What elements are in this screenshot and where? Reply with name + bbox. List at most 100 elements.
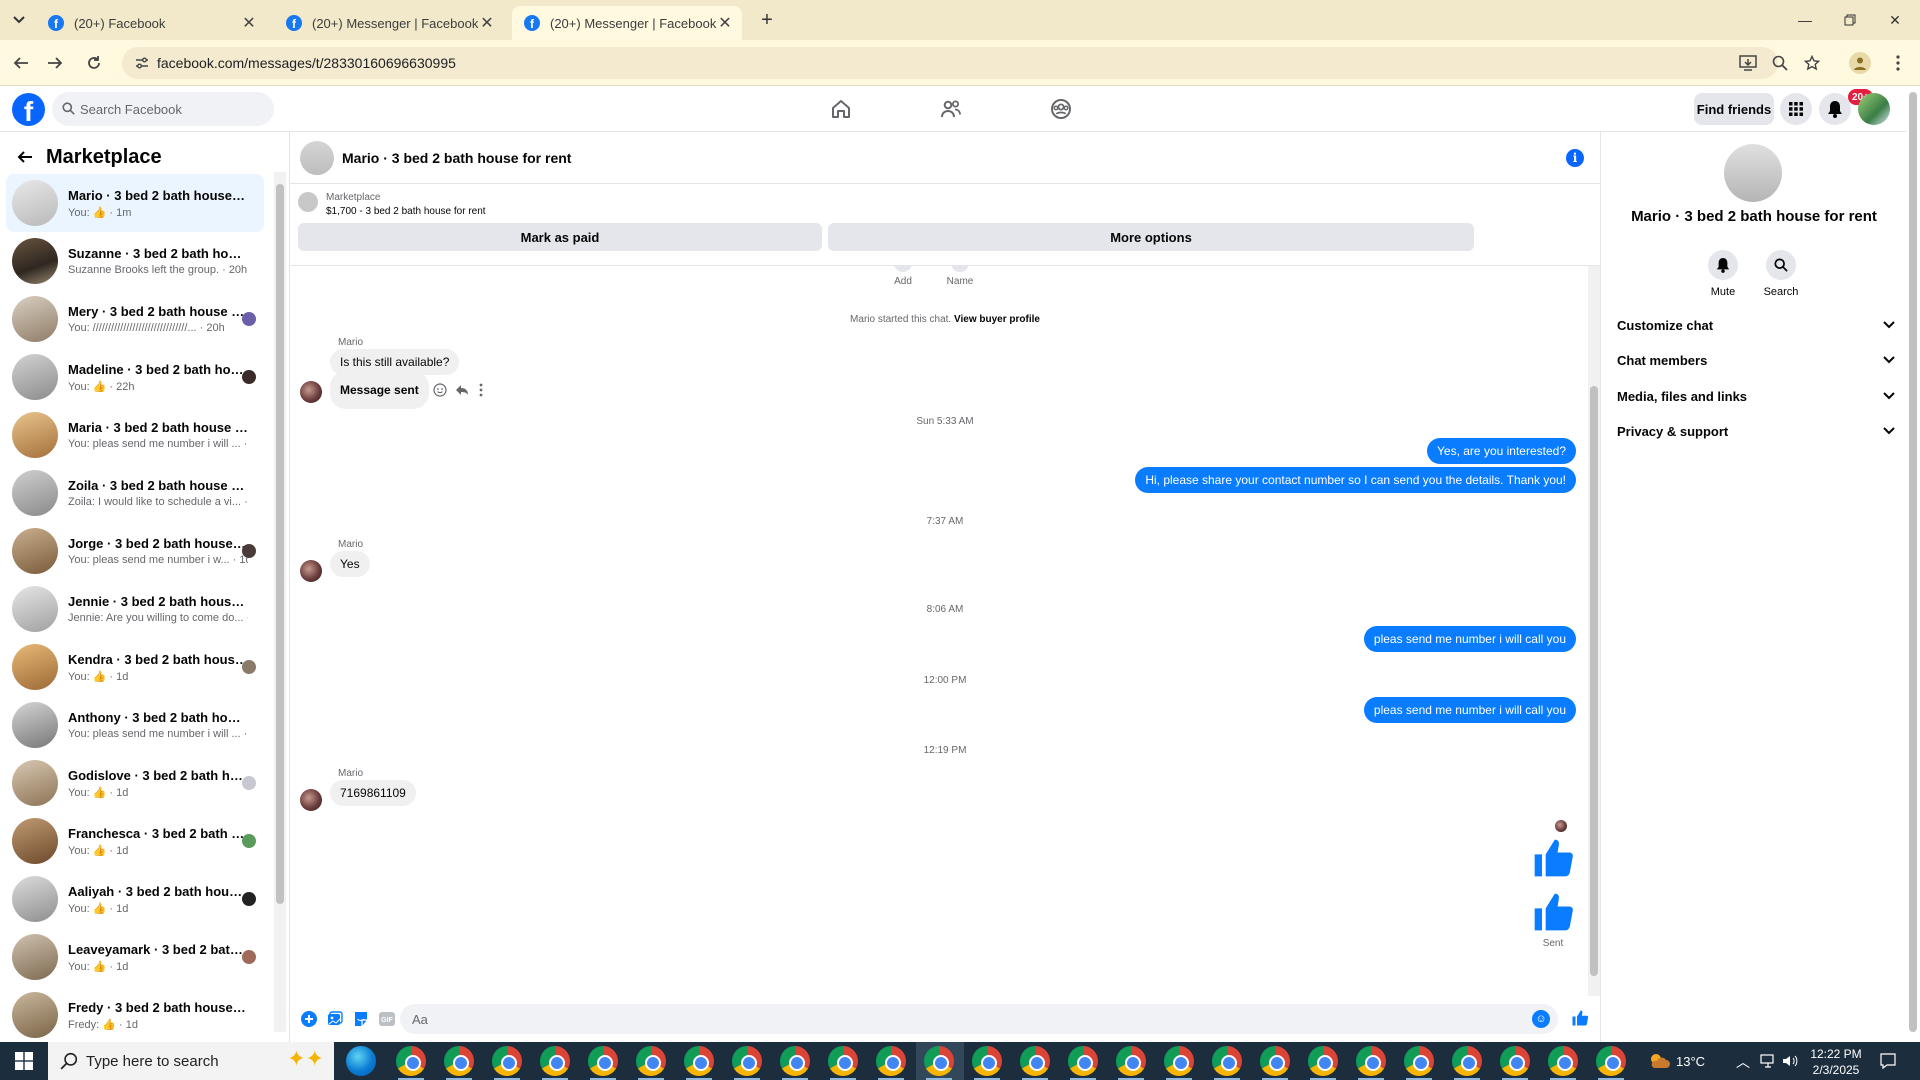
sender-avatar[interactable]	[300, 381, 322, 403]
reply-icon[interactable]	[455, 383, 469, 397]
outgoing-message[interactable]: Yes, are you interested?	[1427, 438, 1576, 464]
conversation-item[interactable]: Mario · 3 bed 2 bath house for rent You: …	[6, 174, 264, 232]
conversation-item[interactable]: Jennie · 3 bed 2 bath house for rent Jenn…	[6, 580, 264, 638]
browser-tab-3-active[interactable]: f (20+) Messenger | Facebook ✕	[512, 6, 742, 40]
chrome-app-icon[interactable]	[540, 1046, 570, 1076]
back-arrow-icon[interactable]	[14, 146, 36, 168]
chat-scrollbar[interactable]	[1588, 266, 1600, 996]
send-like-icon[interactable]	[1570, 1008, 1590, 1028]
scrollbar-thumb[interactable]	[1909, 92, 1917, 1032]
chrome-app-icon[interactable]	[876, 1046, 906, 1076]
edge-app-icon[interactable]	[346, 1046, 376, 1076]
sender-avatar[interactable]	[300, 560, 322, 582]
restore-button[interactable]	[1840, 10, 1860, 30]
conversation-item[interactable]: Zoila · 3 bed 2 bath house for rent Zoila…	[6, 464, 264, 522]
media-files-links-section[interactable]: Media, files and links	[1611, 379, 1901, 413]
groups-nav-button[interactable]	[1048, 96, 1074, 122]
more-options-button[interactable]: More options	[828, 223, 1474, 251]
clock-date[interactable]: 2/3/2025	[1806, 1063, 1866, 1077]
chrome-app-icon[interactable]	[588, 1046, 618, 1076]
thumbs-up-message-icon[interactable]	[1531, 890, 1575, 934]
conversation-item[interactable]: Kendra · 3 bed 2 bath house for rent You:…	[6, 638, 264, 696]
chat-avatar[interactable]	[300, 140, 334, 175]
chrome-app-icon[interactable]	[1356, 1046, 1386, 1076]
chrome-app-icon[interactable]	[1548, 1046, 1578, 1076]
info-icon[interactable]: i	[1566, 149, 1584, 167]
minimize-button[interactable]: —	[1795, 10, 1815, 30]
browser-tab-2[interactable]: f (20+) Messenger | Facebook ✕	[274, 6, 504, 40]
start-button[interactable]	[0, 1042, 48, 1080]
photo-icon[interactable]	[326, 1010, 344, 1028]
conversation-item[interactable]: Mery · 3 bed 2 bath house for rent You: /…	[6, 290, 264, 348]
chrome-app-icon[interactable]	[924, 1046, 954, 1076]
close-tab-icon[interactable]: ✕	[716, 14, 734, 32]
back-button[interactable]	[10, 52, 32, 74]
chrome-app-icon[interactable]	[1116, 1046, 1146, 1076]
scrollbar-thumb[interactable]	[276, 184, 284, 904]
chrome-app-icon[interactable]	[1452, 1046, 1482, 1076]
chrome-app-icon[interactable]	[396, 1046, 426, 1076]
outgoing-message[interactable]: Hi, please share your contact number so …	[1135, 467, 1576, 493]
facebook-logo-icon[interactable]: f	[12, 93, 45, 126]
chrome-app-icon[interactable]	[732, 1046, 762, 1076]
chrome-app-icon[interactable]	[1212, 1046, 1242, 1076]
zoom-icon[interactable]	[1769, 52, 1791, 74]
chrome-app-icon[interactable]	[1164, 1046, 1194, 1076]
chrome-app-icon[interactable]	[492, 1046, 522, 1076]
chrome-app-icon[interactable]	[684, 1046, 714, 1076]
chrome-app-icon[interactable]	[1068, 1046, 1098, 1076]
chrome-app-icon[interactable]	[1500, 1046, 1530, 1076]
incoming-message[interactable]: Message sent	[330, 371, 429, 409]
new-tab-button[interactable]: +	[756, 10, 778, 32]
more-actions-icon[interactable]	[479, 383, 485, 397]
react-emoji-icon[interactable]	[433, 383, 447, 397]
message-input[interactable]: Aa ☺	[400, 1004, 1558, 1034]
facebook-search-input[interactable]: Search Facebook	[52, 92, 274, 126]
incoming-message[interactable]: 7169861109	[330, 780, 416, 806]
emoji-icon[interactable]: ☺	[1532, 1010, 1550, 1028]
customize-chat-section[interactable]: Customize chat	[1611, 308, 1901, 342]
chrome-app-icon[interactable]	[972, 1046, 1002, 1076]
privacy-support-section[interactable]: Privacy & support	[1611, 414, 1901, 448]
incoming-message[interactable]: Yes	[330, 551, 370, 577]
scrollbar-thumb[interactable]	[1590, 386, 1598, 976]
conversation-item[interactable]: Aaliyah · 3 bed 2 bath house for rent You…	[6, 870, 264, 928]
chevron-up-icon[interactable]: ︿	[1736, 1052, 1750, 1072]
weather-icon[interactable]	[1648, 1051, 1670, 1071]
mark-as-paid-button[interactable]: Mark as paid	[298, 223, 822, 251]
conversation-item[interactable]: Anthony · 3 bed 2 bath house for rent You…	[6, 696, 264, 754]
chrome-app-icon[interactable]	[828, 1046, 858, 1076]
outgoing-message[interactable]: pleas send me number i will call you	[1363, 626, 1576, 652]
conversation-item[interactable]: Fredy · 3 bed 2 bath house for rent Fredy…	[6, 986, 264, 1044]
home-nav-button[interactable]	[828, 96, 854, 122]
plus-circle-icon[interactable]	[300, 1010, 318, 1028]
chrome-app-icon[interactable]	[1596, 1046, 1626, 1076]
gif-icon[interactable]: GIF	[378, 1010, 396, 1028]
notifications-button[interactable]	[1819, 93, 1851, 125]
search-in-chat-button[interactable]: Search	[1751, 250, 1811, 298]
browser-menu-icon[interactable]	[1887, 52, 1909, 74]
listing-title[interactable]: $1,700 - 3 bed 2 bath house for rent	[326, 206, 486, 217]
account-avatar[interactable]	[1858, 93, 1890, 125]
conversation-item[interactable]: Madeline · 3 bed 2 bath house for rent Yo…	[6, 348, 264, 406]
site-info-icon[interactable]	[134, 55, 150, 71]
conversation-item[interactable]: Jorge · 3 bed 2 bath house for rent You: …	[6, 522, 264, 580]
friends-nav-button[interactable]	[938, 96, 964, 122]
menu-grid-button[interactable]	[1780, 93, 1812, 125]
bookmark-star-icon[interactable]	[1801, 52, 1823, 74]
chrome-app-icon[interactable]	[1404, 1046, 1434, 1076]
chrome-app-icon[interactable]	[636, 1046, 666, 1076]
sticker-icon[interactable]	[352, 1010, 370, 1028]
conversation-item[interactable]: Suzanne · 3 bed 2 bath house for rent Suz…	[6, 232, 264, 290]
conversation-item[interactable]: Godislove · 3 bed 2 bath house for rent Y…	[6, 754, 264, 812]
chrome-app-icon[interactable]	[1020, 1046, 1050, 1076]
listing-avatar[interactable]	[1724, 144, 1782, 202]
add-person-icon[interactable]	[894, 266, 912, 272]
browser-tab-1[interactable]: f (20+) Facebook ✕	[36, 6, 266, 40]
find-friends-button[interactable]: Find friends	[1694, 93, 1774, 125]
clock-time[interactable]: 12:22 PM	[1806, 1047, 1866, 1061]
mute-button[interactable]: Mute	[1693, 250, 1753, 298]
tab-search-button[interactable]	[6, 8, 32, 32]
volume-icon[interactable]	[1782, 1054, 1798, 1068]
notification-center-icon[interactable]	[1880, 1053, 1896, 1069]
